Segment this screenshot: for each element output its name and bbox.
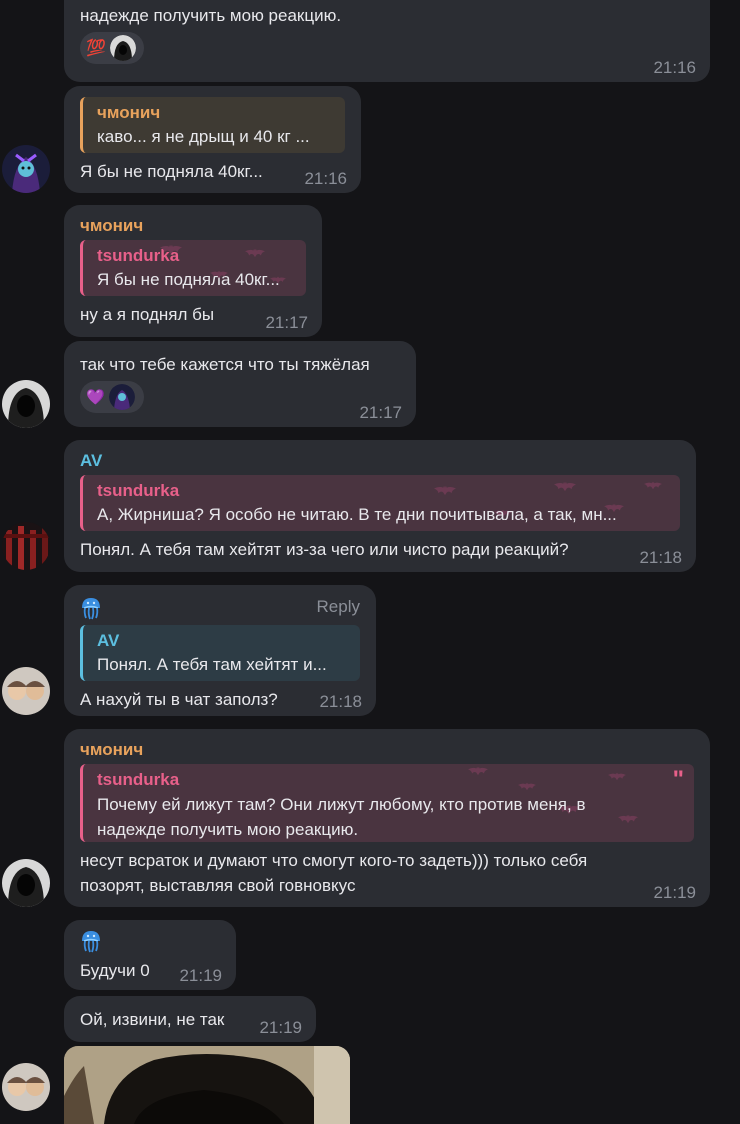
quote-sender: чмонич (97, 103, 161, 122)
quote-text: каво... я не дрыщ и 40 кг ... (97, 127, 310, 146)
message-time: 21:16 (304, 169, 347, 188)
reply-quote[interactable]: tsundurka А, Жирниша? Я особо не читаю. … (80, 475, 680, 531)
reply-quote[interactable]: " tsundurka Почему ей лижут там? Они лиж… (80, 764, 694, 842)
jellyfish-icon (80, 929, 102, 953)
quote-text: Я бы не подняла 40кг... (97, 270, 280, 289)
message-text: надежде получить мою реакцию. (80, 6, 342, 25)
photo-message[interactable] (64, 1046, 350, 1124)
message-time: 21:18 (319, 692, 362, 711)
message-text-line: несут всраток и думают что смогут кого-т… (80, 851, 588, 870)
message-time: 21:18 (639, 548, 682, 567)
user-avatar[interactable] (2, 667, 50, 715)
message-time: 21:16 (653, 58, 696, 77)
message-bubble[interactable]: Ой, извини, не так 21:19 (64, 996, 316, 1042)
quote-sender: tsundurka (97, 246, 180, 265)
message-bubble[interactable]: AV tsundurka А, Жирниша? Я особо не чита… (64, 440, 696, 572)
quote-text-line: Почему ей лижут там? Они лижут любому, к… (97, 795, 586, 814)
user-avatar[interactable] (2, 145, 50, 193)
user-avatar[interactable] (2, 380, 50, 428)
message-bubble[interactable]: чмонич tsundurka Я бы не подняла 40кг...… (64, 205, 322, 337)
quote-text: А, Жирниша? Я особо не читаю. В те дни п… (97, 505, 617, 524)
reply-button[interactable]: Reply (317, 597, 360, 617)
message-time: 21:17 (359, 403, 402, 422)
quote-sender: tsundurka (97, 770, 180, 789)
quote-sender: AV (97, 631, 120, 650)
message-text: так что тебе кажется что ты тяжёлая (80, 355, 370, 374)
reply-quote[interactable]: чмонич каво... я не дрыщ и 40 кг ... (80, 97, 345, 153)
user-avatar[interactable] (2, 522, 50, 570)
reaction-chip[interactable]: 💜 (80, 381, 144, 413)
message-time: 21:19 (653, 883, 696, 902)
sender-name: AV (80, 451, 103, 470)
sender-name: чмонич (80, 216, 144, 235)
purple-heart-emoji: 💜 (86, 389, 105, 406)
chat-history[interactable]: надежде получить мою реакцию. 💯 21:16 чм… (0, 0, 740, 1124)
message-bubble[interactable]: чмонич " tsundurka Почему ей лижут там? … (64, 729, 710, 907)
quote-text-line: надежде получить мою реакцию. (97, 820, 359, 839)
message-time: 21:19 (179, 966, 222, 985)
reply-quote[interactable]: tsundurka Я бы не подняла 40кг... (80, 240, 306, 296)
message-bubble[interactable]: Reply AV Понял. А тебя там хейтят и... А… (64, 585, 376, 716)
quote-sender: tsundurka (97, 481, 180, 500)
user-avatar[interactable] (2, 1063, 50, 1111)
message-time: 21:19 (259, 1018, 302, 1037)
quote-mark-icon: " (672, 766, 684, 793)
message-text: Понял. А тебя там хейтят из-за чего или … (80, 540, 569, 559)
reactor-avatar (108, 384, 135, 410)
sender-name: чмонич (80, 740, 144, 759)
message-bubble[interactable]: так что тебе кажется что ты тяжёлая 💜 21… (64, 341, 416, 427)
reactor-avatar (109, 35, 136, 61)
message-bubble[interactable]: Будучи 0 21:19 (64, 920, 236, 990)
quote-text: Понял. А тебя там хейтят и... (97, 655, 327, 674)
reply-quote[interactable]: AV Понял. А тебя там хейтят и... (80, 625, 360, 681)
hundred-points-emoji: 💯 (86, 40, 106, 57)
jellyfish-icon (80, 596, 102, 620)
reaction-chip[interactable]: 💯 (80, 32, 144, 64)
message-time: 21:17 (265, 313, 308, 332)
user-avatar[interactable] (2, 859, 50, 907)
message-text: А нахуй ты в чат заполз? (80, 690, 278, 709)
message-text-line: позорят, выставляя свой говновкус (80, 876, 356, 895)
message-bubble[interactable]: чмонич каво... я не дрыщ и 40 кг ... Я б… (64, 86, 361, 193)
message-bubble[interactable]: надежде получить мою реакцию. 💯 21:16 (64, 0, 710, 82)
